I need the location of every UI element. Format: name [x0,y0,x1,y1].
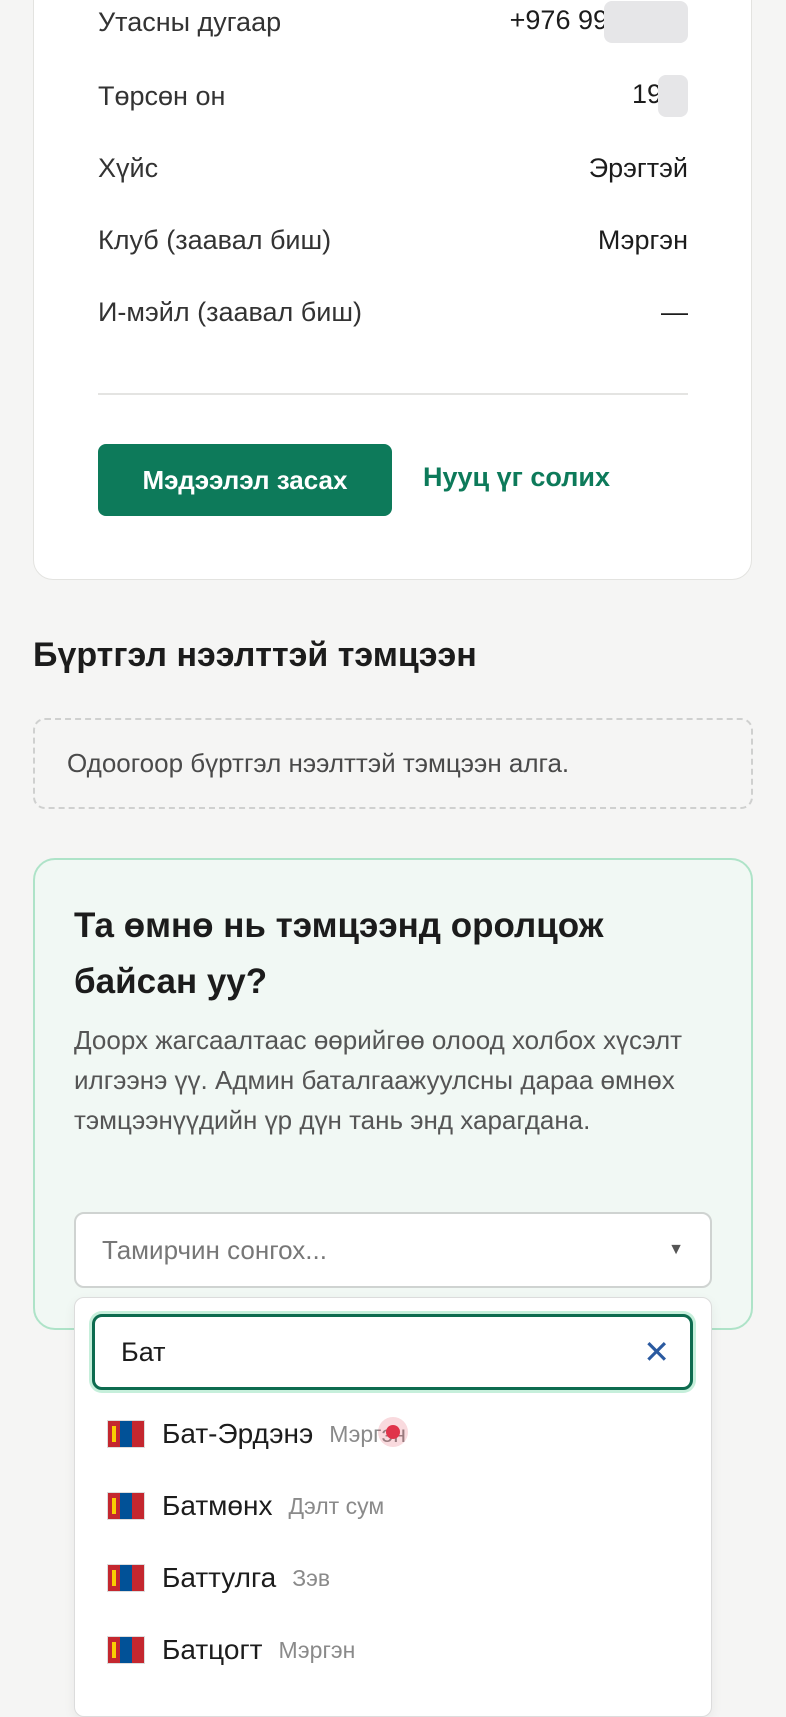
athlete-option[interactable]: Бат-Эрдэнэ Мэргэн [108,1414,406,1454]
chevron-down-icon: ▼ [668,1241,684,1258]
mongolia-flag-icon [108,1565,144,1591]
athlete-option-club: Дэлт сум [288,1492,385,1519]
profile-row-club: Клуб (заавал биш) Мэргэн [98,220,688,260]
athlete-select[interactable]: Тамирчин сонгох... ▼ [74,1212,712,1288]
athlete-option-name: Баттулга [162,1562,277,1593]
empty-registrations-text: Одоогоор бүртгэл нээлттэй тэмцээн алга. [67,748,570,778]
open-registrations-title: Бүртгэл нээлттэй тэмцээн [33,636,477,674]
athlete-search-input[interactable] [119,1335,623,1369]
profile-row-email: И-мэйл (заавал биш) — [98,292,688,332]
mongolia-flag-icon [108,1493,144,1519]
athlete-option[interactable]: Батцогт Мэргэн [108,1630,355,1670]
birth-year-label: Төрсөн он [98,80,226,111]
edit-profile-button[interactable]: Мэдээлэл засах [98,444,392,516]
mongolia-flag-icon [108,1421,144,1447]
email-value: — [661,296,688,327]
email-label: И-мэйл (заавал биш) [98,296,362,327]
profile-row-gender: Хүйс Эрэгтэй [98,148,688,188]
athlete-option-name: Батцогт [162,1634,263,1665]
phone-value: +976 99 [510,1,688,43]
claim-description: Доорх жагсаалтаас өөрийгөө олоод холбох … [74,1025,683,1135]
redaction-mask [604,1,688,43]
athlete-option[interactable]: Батмөнх Дэлт сум [108,1486,384,1526]
club-value: Мэргэн [597,224,688,255]
divider [98,393,688,395]
gender-label: Хүйс [98,152,159,183]
phone-label: Утасны дугаар [98,6,282,37]
birth-year-value: 19 [632,75,688,117]
gender-value: Эрэгтэй [588,152,688,183]
athlete-option-name: Батмөнх [162,1490,273,1521]
athlete-option-club: Зэв [292,1564,331,1591]
athlete-option[interactable]: Баттулга Зэв [108,1558,330,1598]
athlete-search-field[interactable]: ✕ [92,1314,693,1390]
empty-registrations-box: Одоогоор бүртгэл нээлттэй тэмцээн алга. [33,718,753,809]
athlete-option-club: Мэргэн [278,1636,356,1663]
change-password-link[interactable]: Нууц үг солих [423,462,610,493]
club-label: Клуб (заавал биш) [98,224,332,255]
profile-row-phone: Утасны дугаар +976 99 [98,1,688,43]
athlete-select-placeholder: Тамирчин сонгох... [102,1234,327,1265]
profile-row-birth-year: Төрсөн он 19 [98,75,688,117]
mongolia-flag-icon [108,1637,144,1663]
close-icon[interactable]: ✕ [643,1336,670,1368]
claim-title: Та өмнө нь тэмцээнд оролцож байсан уу? [74,906,604,1001]
redaction-mask [658,75,688,117]
athlete-option-name: Бат-Эрдэнэ [162,1418,314,1449]
cursor-indicator [386,1425,400,1439]
